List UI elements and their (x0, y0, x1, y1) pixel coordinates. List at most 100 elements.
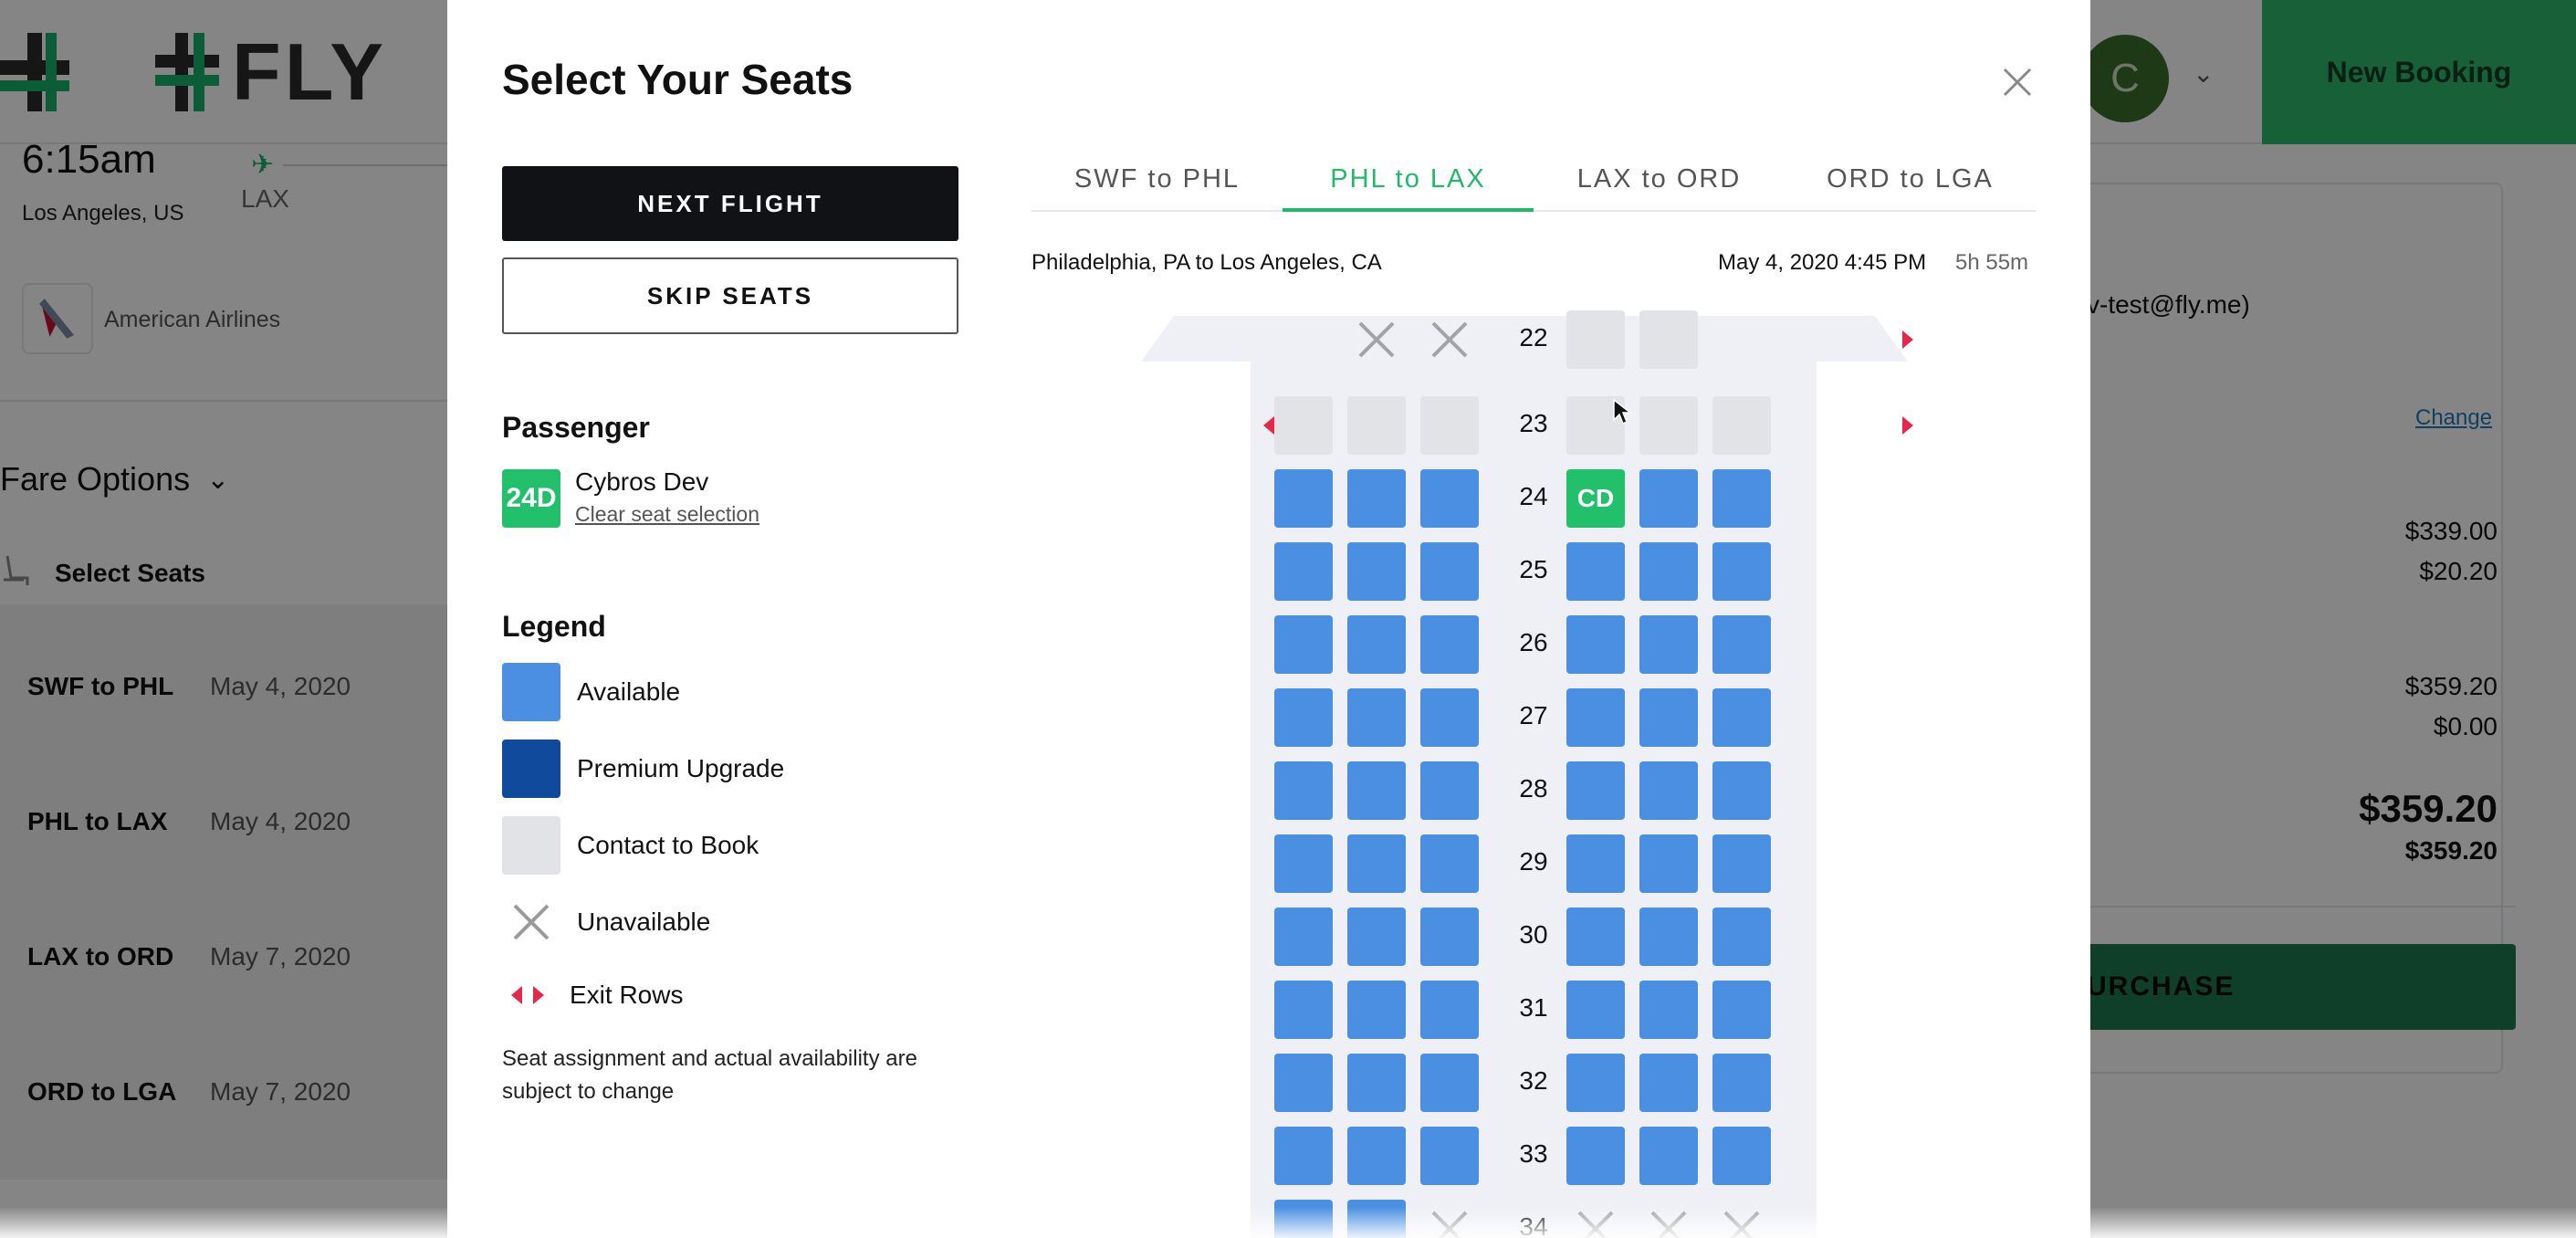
seat-29d[interactable] (1566, 834, 1625, 893)
seat-row-24: CD 24 (1159, 462, 1908, 535)
seat-31d[interactable] (1566, 981, 1625, 1039)
seat-26b[interactable] (1347, 615, 1406, 674)
seat-29f[interactable] (1712, 834, 1771, 893)
exit-row-right-icon (1902, 330, 1913, 349)
seat-23b (1347, 396, 1406, 455)
seat-29e[interactable] (1639, 834, 1698, 893)
seat-33d[interactable] (1566, 1127, 1625, 1185)
seat-row-22: 22 (1159, 303, 1913, 376)
seat-25e[interactable] (1639, 542, 1698, 601)
seat-28f[interactable] (1712, 761, 1771, 820)
seat-32f[interactable] (1712, 1054, 1771, 1112)
clear-seat-selection-link[interactable]: Clear seat selection (575, 502, 759, 527)
seat-30b[interactable] (1347, 908, 1406, 966)
seat-29a[interactable] (1274, 834, 1333, 893)
seat-28a[interactable] (1274, 761, 1333, 820)
seat-25a[interactable] (1274, 542, 1333, 601)
seat-31f[interactable] (1712, 981, 1771, 1039)
unavailable-x-icon (502, 893, 560, 951)
legend-label: Premium Upgrade (577, 754, 785, 782)
row-number: 27 (1519, 701, 1548, 729)
legend-available: Available (502, 663, 680, 721)
seat-30f[interactable] (1712, 908, 1771, 966)
seat-28c[interactable] (1420, 761, 1479, 820)
seat-27f[interactable] (1712, 688, 1771, 747)
seat-31c[interactable] (1420, 981, 1479, 1039)
legend-label: Unavailable (577, 908, 711, 936)
seat-25b[interactable] (1347, 542, 1406, 601)
passenger-heading: Passenger (502, 411, 650, 444)
available-swatch (502, 663, 560, 721)
seat-24c[interactable] (1420, 469, 1479, 528)
seat-28d[interactable] (1566, 761, 1625, 820)
seat-33a[interactable] (1274, 1127, 1333, 1185)
legend-label: Exit Rows (570, 981, 684, 1009)
seat-25f[interactable] (1712, 542, 1771, 601)
tab-lax-ord[interactable]: LAX to ORD (1534, 155, 1785, 210)
seat-25d[interactable] (1566, 542, 1625, 601)
seat-24f[interactable] (1712, 469, 1771, 528)
seat-33b[interactable] (1347, 1127, 1406, 1185)
exit-row-right-icon (1902, 416, 1913, 435)
seat-27e[interactable] (1639, 688, 1698, 747)
seat-28b[interactable] (1347, 761, 1406, 820)
seat-26a[interactable] (1274, 615, 1333, 674)
seat-32b[interactable] (1347, 1054, 1406, 1112)
seat-row-32: 32 (1159, 1046, 1908, 1119)
availability-note: Seat assignment and actual availability … (502, 1046, 917, 1104)
seat-27d[interactable] (1566, 688, 1625, 747)
seat-24e[interactable] (1639, 469, 1698, 528)
seat-29c[interactable] (1420, 834, 1479, 893)
legend-label: Available (577, 677, 681, 706)
seat-26d[interactable] (1566, 615, 1625, 674)
exit-row-icon (511, 986, 544, 1004)
seat-26f[interactable] (1712, 615, 1771, 674)
seat-33e[interactable] (1639, 1127, 1698, 1185)
seat-map: 2223CD2425262728293031323334 (1141, 310, 1913, 1238)
seat-26e[interactable] (1639, 615, 1698, 674)
seat-22c-unavailable-icon (1420, 310, 1479, 369)
row-number: 31 (1519, 993, 1548, 1022)
next-flight-button[interactable]: NEXT FLIGHT (502, 166, 958, 241)
seat-31b[interactable] (1347, 981, 1406, 1039)
route-info: Philadelphia, PA to Los Angeles, CA (1031, 250, 1382, 275)
seat-30e[interactable] (1639, 908, 1698, 966)
seat-row-28: 28 (1159, 754, 1908, 827)
seat-33c[interactable] (1420, 1127, 1479, 1185)
seat-27b[interactable] (1347, 688, 1406, 747)
seat-28e[interactable] (1639, 761, 1698, 820)
seat-row-33: 33 (1159, 1119, 1908, 1192)
seat-24b[interactable] (1347, 469, 1406, 528)
seat-32a[interactable] (1274, 1054, 1333, 1112)
seat-33f[interactable] (1712, 1127, 1771, 1185)
row-number: 25 (1519, 555, 1548, 583)
seat-27a[interactable] (1274, 688, 1333, 747)
seat-31a[interactable] (1274, 981, 1333, 1039)
seat-30d[interactable] (1566, 908, 1625, 966)
row-number: 24 (1519, 482, 1548, 510)
seat-32e[interactable] (1639, 1054, 1698, 1112)
seat-30c[interactable] (1420, 908, 1479, 966)
seat-32c[interactable] (1420, 1054, 1479, 1112)
row-number: 32 (1519, 1066, 1548, 1095)
seat-26c[interactable] (1420, 615, 1479, 674)
modal-title: Select Your Seats (502, 56, 853, 103)
seat-29b[interactable] (1347, 834, 1406, 893)
seat-31e[interactable] (1639, 981, 1698, 1039)
seat-row-23: 23 (1159, 389, 1913, 462)
seat-27c[interactable] (1420, 688, 1479, 747)
seat-32d[interactable] (1566, 1054, 1625, 1112)
row-number: 26 (1519, 628, 1548, 656)
seat-24d[interactable]: CD (1566, 469, 1625, 528)
tab-phl-lax[interactable]: PHL to LAX (1283, 155, 1534, 212)
close-icon[interactable] (1999, 64, 2036, 100)
row-number: 28 (1519, 774, 1548, 803)
legend-contact: Contact to Book (502, 816, 759, 875)
tab-swf-phl[interactable]: SWF to PHL (1031, 155, 1283, 210)
skip-seats-button[interactable]: SKIP SEATS (502, 257, 958, 334)
seat-22b-unavailable-icon (1347, 310, 1406, 369)
seat-30a[interactable] (1274, 908, 1333, 966)
seat-24a[interactable] (1274, 469, 1333, 528)
seat-25c[interactable] (1420, 542, 1479, 601)
tab-ord-lga[interactable]: ORD to LGA (1785, 155, 2036, 210)
